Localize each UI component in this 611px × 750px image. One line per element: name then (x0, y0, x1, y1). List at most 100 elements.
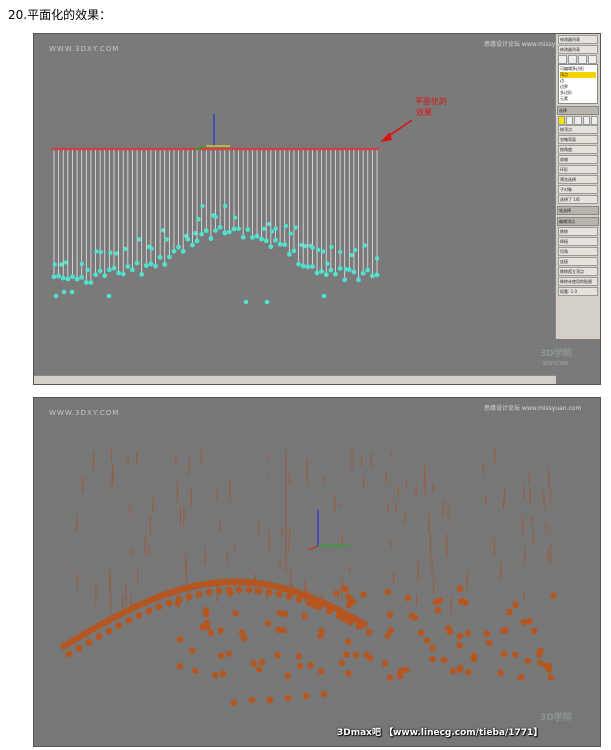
annotation-text: 平面化的 效果 (415, 96, 447, 118)
polygon-mode-icon[interactable] (582, 116, 590, 125)
sphere (302, 590, 309, 597)
sphere (263, 238, 269, 244)
sphere (94, 249, 99, 254)
viewport-render[interactable]: WWW.3DXY.COM 思缘设计论坛 www.missyuan.com 3D学… (33, 397, 601, 747)
checkbox-by-angle[interactable]: 按角度: (558, 145, 598, 154)
sphere (174, 599, 181, 607)
sphere (511, 651, 519, 658)
sphere (74, 276, 80, 282)
sphere (250, 235, 255, 240)
weld-button[interactable]: 焊接 (558, 237, 598, 246)
sphere (143, 263, 149, 268)
checkbox-by-vertex[interactable]: 按顶点 (558, 125, 598, 134)
sphere (423, 637, 431, 644)
pin-stack-icon[interactable] (558, 55, 567, 64)
sphere (230, 699, 238, 707)
sphere (69, 289, 75, 295)
sphere (545, 662, 553, 670)
connect-button[interactable]: 连接 (558, 257, 598, 266)
sphere (95, 633, 103, 640)
sphere (215, 587, 223, 595)
sphere (202, 611, 210, 618)
sphere (483, 630, 491, 637)
remove-unused-button[interactable]: 移除未使用的贴图 (558, 277, 598, 286)
sphere (222, 203, 228, 209)
sphere (319, 269, 325, 274)
make-unique-icon[interactable] (578, 55, 587, 64)
sphere (250, 660, 257, 667)
sphere (445, 625, 452, 632)
sphere (434, 606, 442, 614)
sphere (345, 638, 352, 646)
sphere (352, 247, 358, 253)
modifier-stack: 可编辑多边形 顶点 边 边界 多边形 元素 (558, 64, 598, 104)
element-mode-icon[interactable] (590, 116, 599, 125)
preview-selection-label: 预览选择 (558, 175, 598, 184)
sphere (225, 650, 233, 658)
modifier-list-dropdown[interactable]: 修改器列表 (558, 35, 598, 44)
sphere (59, 262, 64, 267)
sphere (264, 299, 270, 305)
ring-button[interactable]: 环形 (558, 165, 598, 174)
sphere (537, 647, 544, 654)
border-mode-icon[interactable] (574, 116, 582, 125)
remove-modifier-icon[interactable] (588, 55, 597, 64)
sphere (203, 228, 209, 234)
sphere (275, 590, 283, 598)
sphere (195, 590, 203, 598)
sphere (130, 267, 135, 273)
sphere (240, 234, 246, 240)
sphere (276, 609, 284, 616)
checkbox-ignore-backface[interactable]: 忽略背面 (558, 135, 598, 144)
sphere (302, 692, 310, 700)
sphere (384, 632, 392, 640)
corner-badge: 3D学院 (540, 713, 572, 723)
modifier-list-dropdown-2[interactable]: 修改器列表 (558, 45, 598, 54)
sphere (417, 629, 425, 637)
sphere (288, 231, 293, 236)
vertex-mode-icon[interactable] (558, 116, 566, 125)
sphere (176, 636, 184, 643)
sphere (176, 244, 181, 250)
sphere (286, 251, 292, 257)
sphere (255, 665, 263, 673)
sphere (456, 632, 464, 640)
preview-subobject-radio[interactable]: 子对象 (558, 185, 598, 194)
sphere (164, 237, 169, 242)
shrink-button[interactable]: 收缩 (558, 155, 598, 164)
rollout-selection[interactable]: 选择 (557, 106, 599, 115)
sphere (136, 237, 142, 242)
viewport-flattened[interactable]: WWW.3DXY.COM 思缘设计论坛 www.missyuan.com 平面化… (33, 33, 601, 385)
sphere (115, 622, 123, 629)
sphere (165, 599, 173, 607)
top-scene (51, 114, 413, 305)
sphere (500, 627, 507, 635)
sphere (340, 585, 347, 592)
sphere (456, 666, 463, 674)
weight-value[interactable]: 1.0 (571, 289, 577, 294)
chamfer-button[interactable]: 切角 (558, 247, 598, 256)
stack-item[interactable]: 元素 (560, 96, 596, 102)
remove-button[interactable]: 移除 (558, 227, 598, 236)
sphere (116, 270, 121, 276)
sphere (337, 266, 343, 271)
sphere (204, 623, 211, 631)
sphere (317, 668, 325, 675)
rollout-soft-selection[interactable]: 软选择 (557, 206, 599, 215)
sphere (291, 248, 297, 254)
edge-mode-icon[interactable] (566, 116, 574, 125)
sphere (314, 270, 320, 276)
remove-isolated-button[interactable]: 移除孤立顶点 (558, 267, 598, 276)
panel-toolbar (558, 55, 598, 64)
weight-field[interactable]: 权重: 1.0 (558, 287, 598, 296)
sphere (512, 601, 519, 609)
sphere (343, 651, 350, 658)
sphere (381, 660, 389, 667)
sphere (245, 586, 253, 594)
sphere (449, 668, 457, 675)
rollout-edit-vertices[interactable]: 编辑顶点 (557, 217, 599, 226)
sphere (243, 299, 249, 305)
show-result-icon[interactable] (568, 55, 577, 64)
sphere (320, 249, 326, 254)
timeline-ruler[interactable] (34, 375, 556, 384)
